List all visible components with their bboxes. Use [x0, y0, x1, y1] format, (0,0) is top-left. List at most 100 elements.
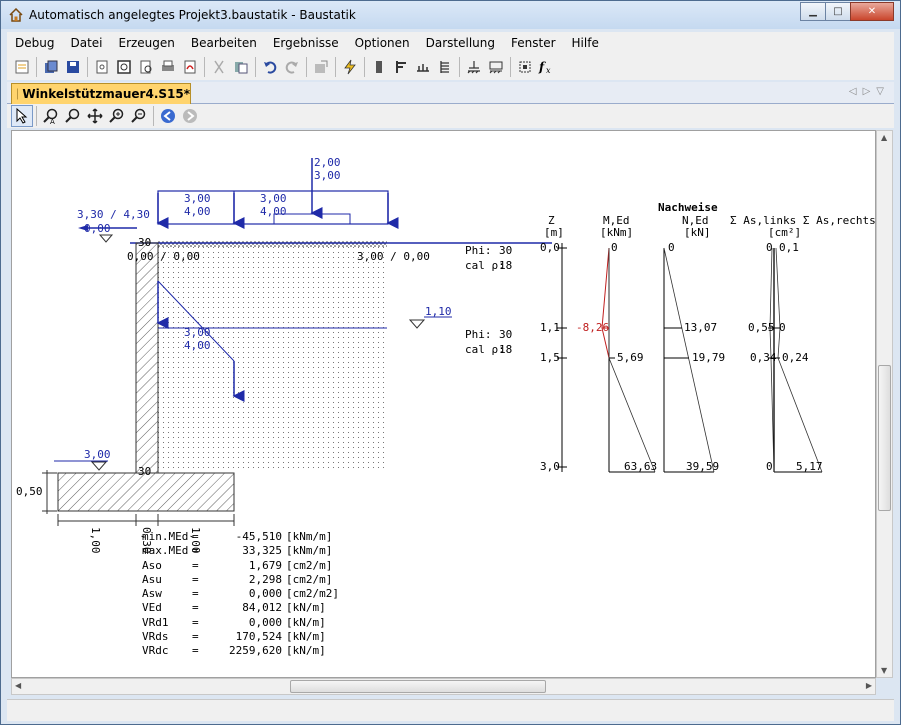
menu-optionen[interactable]: Optionen [347, 36, 418, 50]
result-unit: [cm2/m] [286, 572, 333, 586]
zoom-plus-button[interactable] [106, 105, 128, 127]
water-level-symbol [408, 319, 426, 329]
result-eq: = [192, 572, 199, 586]
toolbar-separator [153, 106, 154, 126]
result-eq: = [192, 601, 199, 615]
result-row: VEd = 84,012 [kN/m] [142, 601, 339, 615]
pan-button[interactable] [84, 105, 106, 127]
menu-bar: Debug Datei Erzeugen Bearbeiten Ergebnis… [7, 32, 894, 54]
n-value: 0 [668, 241, 675, 254]
left-level-label: 0,00 [84, 222, 111, 235]
select-box-button[interactable] [514, 56, 536, 78]
formula-button[interactable]: fx [536, 56, 558, 78]
z-tick-label: 1,5 [540, 351, 560, 364]
menu-datei[interactable]: Datei [62, 36, 110, 50]
document-tab[interactable]: Winkelstützmauer4.S15* [11, 83, 191, 104]
result-unit: [kNm/m] [286, 530, 333, 543]
result-name: min.MEd [142, 530, 189, 543]
menu-erzeugen[interactable]: Erzeugen [110, 36, 182, 50]
result-eq: = [192, 558, 199, 572]
result-name: VEd [142, 601, 162, 615]
zoom-in-button[interactable]: A [40, 105, 62, 127]
page-button[interactable] [91, 56, 113, 78]
strip-load-left-2: 4,00 [184, 205, 211, 218]
as-header-2: [cm²] [768, 226, 801, 239]
load-button[interactable] [412, 56, 434, 78]
zoom-minus-button[interactable] [128, 105, 150, 127]
result-unit: [kNm/m] [286, 544, 333, 558]
result-unit: [kN/m] [286, 630, 326, 644]
pointer-button[interactable] [11, 105, 33, 127]
z-header-2: [m] [544, 226, 564, 239]
result-name: Asw [142, 587, 162, 601]
menu-fenster[interactable]: Fenster [503, 36, 564, 50]
scroll-left-icon[interactable]: ◀ [15, 681, 21, 690]
tab-scroll-arrows[interactable]: ◁▷▽ [849, 86, 890, 97]
result-name: VRds [142, 630, 169, 644]
water-level-label: 1,10 [425, 305, 452, 318]
beam-icon [396, 61, 406, 73]
paste-icon [235, 62, 248, 74]
drawing-canvas[interactable]: 1,10 3,00 4,00 3,00 4,00 2,00 3,00 3,30 … [11, 130, 876, 678]
strip-load-right-2: 4,00 [260, 205, 287, 218]
soil2-phi: 30 [499, 328, 512, 341]
cut-button[interactable] [208, 56, 230, 78]
as-left-value: 0 [766, 460, 773, 473]
forward-button[interactable] [179, 105, 201, 127]
result-row: VRdc = 2259,620 [kN/m] [142, 644, 339, 658]
preview-button[interactable] [113, 56, 135, 78]
new-button[interactable] [11, 56, 33, 78]
menu-hilfe[interactable]: Hilfe [564, 36, 607, 50]
minimize-button[interactable]: ▁ [800, 2, 826, 21]
menu-debug[interactable]: Debug [7, 36, 62, 50]
pan-icon [87, 108, 103, 124]
save-button[interactable] [62, 56, 84, 78]
save-icon [67, 61, 79, 73]
vertical-scrollbar[interactable]: ▲ ▼ [876, 130, 893, 678]
wall-stem [135, 242, 159, 474]
results-list: min.MEd = -45,510 [kNm/m] max.MEd = 33,325 [kNm… [142, 530, 339, 659]
as-left-value: 0,55 [748, 321, 775, 334]
menu-darstellung[interactable]: Darstellung [418, 36, 503, 50]
copy-button[interactable] [40, 56, 62, 78]
n-value: 39,59 [686, 460, 719, 473]
beam-button[interactable] [390, 56, 412, 78]
horizontal-scroll-thumb[interactable] [290, 680, 546, 693]
page-icon [96, 60, 108, 74]
wall-button[interactable] [434, 56, 456, 78]
wall-top-label: 30 [138, 236, 151, 249]
cut-icon [214, 60, 224, 74]
print-preview-icon [140, 60, 152, 74]
toolbar-separator [36, 57, 37, 77]
result-name: Aso [142, 558, 162, 572]
title-bar[interactable]: Automatisch angelegtes Projekt3.baustati… [1, 1, 900, 29]
close-button[interactable]: ✕ [850, 2, 894, 21]
paste-button[interactable] [230, 56, 252, 78]
print-preview-button[interactable] [135, 56, 157, 78]
horizontal-scrollbar[interactable]: ◀ ▶ [11, 678, 876, 695]
result-eq: = [192, 615, 199, 629]
as-left-value: 0 [766, 241, 773, 254]
scroll-right-icon[interactable]: ▶ [866, 681, 872, 690]
pdf-button[interactable] [179, 56, 201, 78]
toe-level-label: 3,00 [84, 448, 111, 461]
vertical-scroll-thumb[interactable] [878, 365, 891, 511]
frame-button[interactable] [485, 56, 507, 78]
menu-bearbeiten[interactable]: Bearbeiten [183, 36, 265, 50]
scroll-down-icon[interactable]: ▼ [881, 666, 887, 675]
toolbar-separator [335, 57, 336, 77]
foundation-button[interactable] [463, 56, 485, 78]
menu-ergebnisse[interactable]: Ergebnisse [265, 36, 347, 50]
back-button[interactable] [157, 105, 179, 127]
undo-button[interactable] [259, 56, 281, 78]
zoom-button[interactable] [62, 105, 84, 127]
print-button[interactable] [157, 56, 179, 78]
column-button[interactable] [368, 56, 390, 78]
scroll-up-icon[interactable]: ▲ [881, 133, 887, 142]
maximize-button[interactable]: □ [825, 2, 851, 21]
export-button[interactable] [310, 56, 332, 78]
calculate-button[interactable] [339, 56, 361, 78]
soil1-phi: 30 [499, 244, 512, 257]
redo-button[interactable] [281, 56, 303, 78]
result-value: -45,510 [235, 530, 282, 543]
